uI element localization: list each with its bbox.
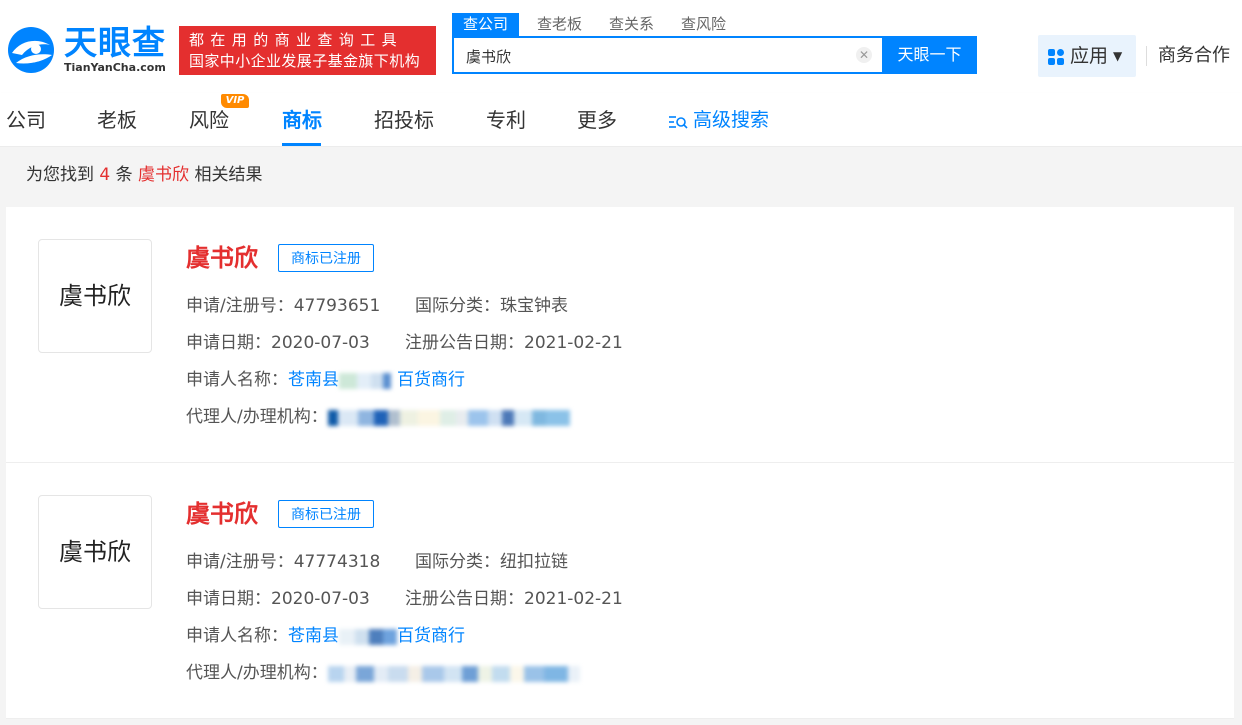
- search-button[interactable]: 天眼一下: [882, 36, 977, 74]
- trademark-image[interactable]: 虞书欣: [38, 239, 152, 353]
- logo-text-cn: 天眼查: [64, 23, 166, 62]
- applicant-link-start[interactable]: 苍南县: [288, 370, 339, 390]
- class-value: 珠宝钟表: [500, 296, 568, 316]
- category-nav: 公司 老板 风险 商标 招投标 专利 更多: [0, 93, 1242, 147]
- nav-item-patent[interactable]: 专利: [486, 107, 526, 133]
- class-label: 国际分类：: [415, 552, 500, 572]
- apply-date-value: 2020-07-03: [271, 333, 370, 353]
- result-keyword: 虞书欣: [138, 165, 190, 185]
- header-divider: [1146, 46, 1147, 66]
- trademark-name[interactable]: 虞书欣: [186, 499, 258, 529]
- result-summary: 为您找到 4 条 虞书欣 相关结果: [26, 163, 262, 187]
- slogan-banner: 都在用的商业查询工具 国家中小企业发展子基金旗下机构: [179, 26, 436, 75]
- grid-icon: [1048, 49, 1064, 65]
- slogan-line-2: 国家中小企业发展子基金旗下机构: [189, 52, 421, 70]
- applicant-row: 申请人名称：苍南县 百货商行: [186, 368, 465, 392]
- search-tab-boss[interactable]: 查老板: [537, 13, 582, 36]
- business-cooperation-link[interactable]: 商务合作: [1158, 44, 1230, 68]
- apply-date-row: 申请日期：2020-07-03: [186, 587, 370, 611]
- class-value: 纽扣拉链: [500, 552, 568, 572]
- result-middle: 条: [115, 165, 133, 185]
- tianyancha-logo[interactable]: 天眼查 TianYanCha.com: [6, 23, 171, 79]
- apply-date-label: 申请日期：: [186, 333, 271, 353]
- class-row: 国际分类：纽扣拉链: [415, 550, 568, 574]
- trademark-card[interactable]: 虞书欣 虞书欣 商标已注册 申请/注册号：47793651 国际分类：珠宝钟表 …: [6, 207, 1234, 463]
- nav-item-risk[interactable]: 风险: [189, 107, 229, 133]
- agent-label: 代理人/办理机构：: [186, 663, 328, 683]
- logo-eye-icon: [8, 27, 54, 73]
- nav-item-trademark[interactable]: 商标: [282, 107, 322, 133]
- reg-no-value: 47774318: [293, 552, 381, 572]
- top-header: 天眼查 TianYanCha.com 都在用的商业查询工具 国家中小企业发展子基…: [0, 0, 1242, 94]
- nav-item-boss[interactable]: 老板: [97, 107, 137, 133]
- announce-value: 2021-02-21: [524, 333, 623, 353]
- agent-row: 代理人/办理机构：: [186, 405, 590, 429]
- reg-no-row: 申请/注册号：47774318: [186, 550, 380, 574]
- apps-button[interactable]: 应用 ▼: [1038, 35, 1136, 77]
- apply-date-label: 申请日期：: [186, 589, 271, 609]
- reg-no-value: 47793651: [293, 296, 381, 316]
- status-badge: 商标已注册: [278, 244, 374, 272]
- nav-item-bidding[interactable]: 招投标: [374, 107, 434, 133]
- redacted-blur: [339, 628, 397, 645]
- search-tab-relation[interactable]: 查关系: [609, 13, 654, 36]
- applicant-link-end[interactable]: 百货商行: [397, 370, 465, 390]
- result-prefix: 为您找到: [26, 165, 94, 185]
- announce-row: 注册公告日期：2021-02-21: [405, 331, 623, 355]
- filter-search-icon: [669, 116, 688, 129]
- trademark-card[interactable]: 虞书欣 虞书欣 商标已注册 申请/注册号：47774318 国际分类：纽扣拉链 …: [6, 463, 1234, 719]
- search-input[interactable]: [464, 44, 848, 68]
- redacted-blur: [339, 372, 397, 389]
- vip-badge: VIP: [221, 94, 249, 108]
- nav-item-more[interactable]: 更多: [577, 107, 617, 133]
- apply-date-value: 2020-07-03: [271, 589, 370, 609]
- class-row: 国际分类：珠宝钟表: [415, 294, 568, 318]
- close-icon[interactable]: ✕: [856, 47, 872, 63]
- announce-value: 2021-02-21: [524, 589, 623, 609]
- redacted-blur: [327, 665, 590, 682]
- slogan-line-1: 都在用的商业查询工具: [189, 31, 404, 49]
- reg-no-label: 申请/注册号：: [186, 552, 294, 572]
- result-suffix: 相关结果: [194, 165, 263, 185]
- class-label: 国际分类：: [415, 296, 500, 316]
- applicant-label: 申请人名称：: [186, 626, 288, 646]
- active-tab-indicator: [282, 143, 321, 146]
- caret-down-icon: ▼: [1113, 49, 1123, 63]
- search-box: ✕: [452, 36, 882, 74]
- logo-text-en: TianYanCha.com: [64, 61, 166, 74]
- trademark-name[interactable]: 虞书欣: [186, 243, 258, 273]
- applicant-link-end[interactable]: 百货商行: [397, 626, 465, 646]
- agent-row: 代理人/办理机构：: [186, 661, 590, 685]
- redacted-blur: [327, 409, 590, 426]
- apps-label: 应用: [1070, 45, 1109, 67]
- reg-no-row: 申请/注册号：47793651: [186, 294, 380, 318]
- announce-row: 注册公告日期：2021-02-21: [405, 587, 623, 611]
- status-badge: 商标已注册: [278, 500, 374, 528]
- search-tab-risk[interactable]: 查风险: [681, 13, 726, 36]
- applicant-label: 申请人名称：: [186, 370, 288, 390]
- announce-label: 注册公告日期：: [405, 333, 524, 353]
- trademark-image[interactable]: 虞书欣: [38, 495, 152, 609]
- advanced-search-link[interactable]: 高级搜索: [693, 107, 769, 133]
- applicant-link-start[interactable]: 苍南县: [288, 626, 339, 646]
- agent-label: 代理人/办理机构：: [186, 407, 328, 427]
- search-tab-company[interactable]: 查公司: [452, 13, 520, 36]
- result-summary-bar: 为您找到 4 条 虞书欣 相关结果: [6, 147, 1234, 207]
- announce-label: 注册公告日期：: [405, 589, 524, 609]
- reg-no-label: 申请/注册号：: [186, 296, 294, 316]
- applicant-row: 申请人名称：苍南县 百货商行: [186, 624, 465, 648]
- nav-item-company[interactable]: 公司: [6, 107, 46, 133]
- result-count: 4: [99, 165, 111, 185]
- apply-date-row: 申请日期：2020-07-03: [186, 331, 370, 355]
